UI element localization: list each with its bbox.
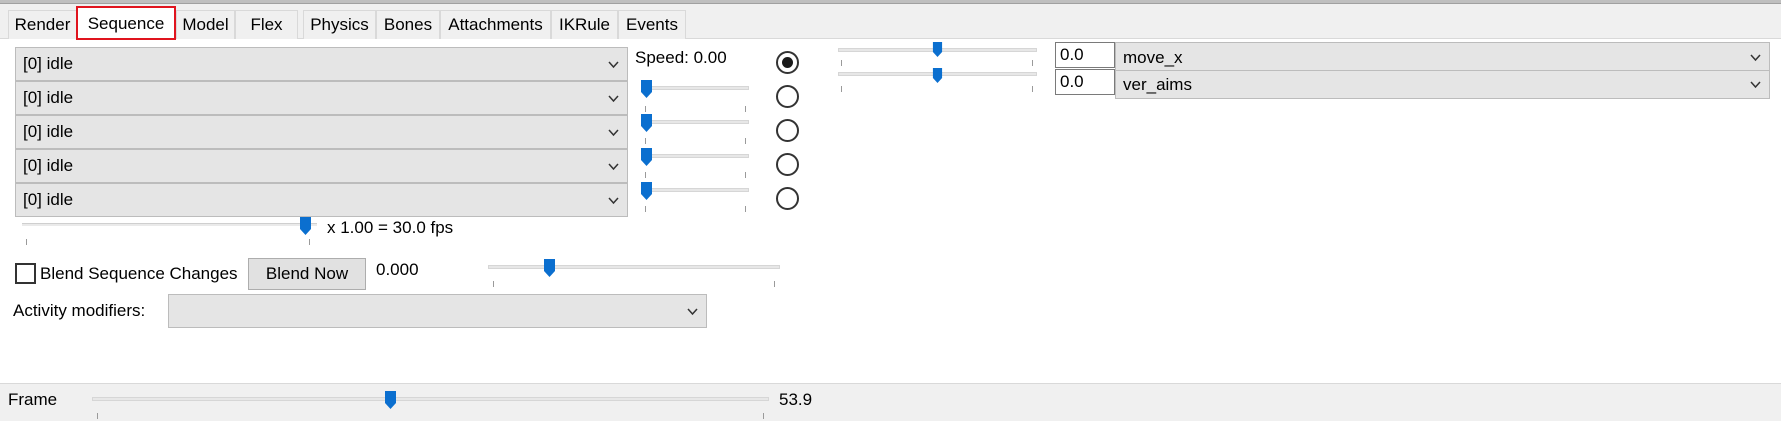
slider-thumb[interactable] — [932, 68, 943, 83]
chevron-down-icon — [1750, 81, 1761, 89]
sequence-dropdown-value: [0] idle — [23, 156, 74, 175]
frame-slider[interactable] — [92, 391, 769, 420]
pose-param-value-move-x[interactable]: 0.0 — [1055, 42, 1115, 68]
sequence-dropdown-1[interactable]: [0] idle — [15, 47, 628, 81]
tab-flex[interactable]: Flex — [235, 10, 298, 39]
sequence-weight-slider-5[interactable] — [641, 182, 749, 214]
slider-thumb[interactable] — [932, 42, 943, 57]
tab-bones[interactable]: Bones — [376, 10, 440, 39]
playback-rate-label: x 1.00 = 30.0 fps — [327, 218, 454, 237]
tab-attachments[interactable]: Attachments — [440, 10, 551, 39]
playback-rate-slider[interactable] — [22, 217, 317, 249]
chevron-down-icon — [608, 197, 619, 205]
sequence-dropdown-value: [0] idle — [23, 88, 74, 107]
pose-param-slider-ver-aims[interactable] — [838, 68, 1037, 98]
tab-bar: Render Sequence Model Flex Physics Bones… — [0, 6, 1781, 40]
pose-param-name: ver_aims — [1123, 75, 1192, 94]
pose-param-value-ver-aims[interactable]: 0.0 — [1055, 69, 1115, 95]
blend-value-label: 0.000 — [376, 260, 419, 279]
chevron-down-icon — [608, 163, 619, 171]
slider-thumb[interactable] — [641, 114, 652, 132]
sequence-weight-slider-2[interactable] — [641, 80, 749, 112]
sequence-weight-slider-4[interactable] — [641, 148, 749, 180]
sequence-weight-slider-3[interactable] — [641, 114, 749, 146]
sequence-radio-3[interactable] — [776, 119, 799, 142]
slider-thumb[interactable] — [385, 391, 396, 409]
sequence-radio-1[interactable] — [776, 51, 799, 74]
frame-label: Frame — [8, 390, 58, 409]
slider-thumb[interactable] — [641, 80, 652, 98]
tab-model[interactable]: Model — [176, 10, 235, 39]
frame-value-label: 53.9 — [779, 390, 813, 409]
chevron-down-icon — [608, 61, 619, 69]
speed-label: Speed: 0.00 — [635, 48, 727, 67]
activity-modifiers-label: Activity modifiers: — [13, 301, 146, 320]
sequence-radio-4[interactable] — [776, 153, 799, 176]
tab-render[interactable]: Render — [8, 10, 77, 39]
slider-thumb[interactable] — [544, 259, 555, 277]
pose-param-dropdown-ver-aims[interactable]: ver_aims — [1115, 70, 1770, 99]
sequence-dropdown-value: [0] idle — [23, 190, 74, 209]
slider-thumb[interactable] — [641, 148, 652, 166]
sequence-dropdown-5[interactable]: [0] idle — [15, 183, 628, 217]
sequence-dropdown-2[interactable]: [0] idle — [15, 81, 628, 115]
blend-sequence-changes-checkbox[interactable] — [15, 263, 36, 284]
sequence-panel: [0] idle [0] idle [0] idle [0] idle [0] … — [0, 39, 1781, 384]
slider-thumb[interactable] — [300, 217, 311, 235]
window-top-edge — [0, 0, 1781, 4]
activity-modifiers-dropdown[interactable] — [168, 294, 707, 328]
pose-param-dropdown-move-x[interactable]: move_x — [1115, 42, 1770, 71]
sequence-dropdown-value: [0] idle — [23, 54, 74, 73]
tab-events[interactable]: Events — [618, 10, 686, 39]
sequence-radio-5[interactable] — [776, 187, 799, 210]
chevron-down-icon — [608, 95, 619, 103]
blend-sequence-changes-label: Blend Sequence Changes — [40, 264, 238, 283]
sequence-radio-2[interactable] — [776, 85, 799, 108]
tab-sequence[interactable]: Sequence — [76, 6, 176, 40]
sequence-dropdown-3[interactable]: [0] idle — [15, 115, 628, 149]
tab-ikrule[interactable]: IKRule — [551, 10, 618, 39]
tab-physics[interactable]: Physics — [303, 10, 376, 39]
slider-thumb[interactable] — [641, 182, 652, 200]
chevron-down-icon — [608, 129, 619, 137]
blend-now-button[interactable]: Blend Now — [248, 258, 366, 290]
blend-time-slider[interactable] — [488, 259, 780, 291]
chevron-down-icon — [687, 308, 698, 316]
sequence-dropdown-4[interactable]: [0] idle — [15, 149, 628, 183]
chevron-down-icon — [1750, 54, 1761, 62]
sequence-dropdown-value: [0] idle — [23, 122, 74, 141]
pose-param-name: move_x — [1123, 48, 1183, 67]
frame-bar: Frame 53.9 — [0, 384, 1781, 421]
